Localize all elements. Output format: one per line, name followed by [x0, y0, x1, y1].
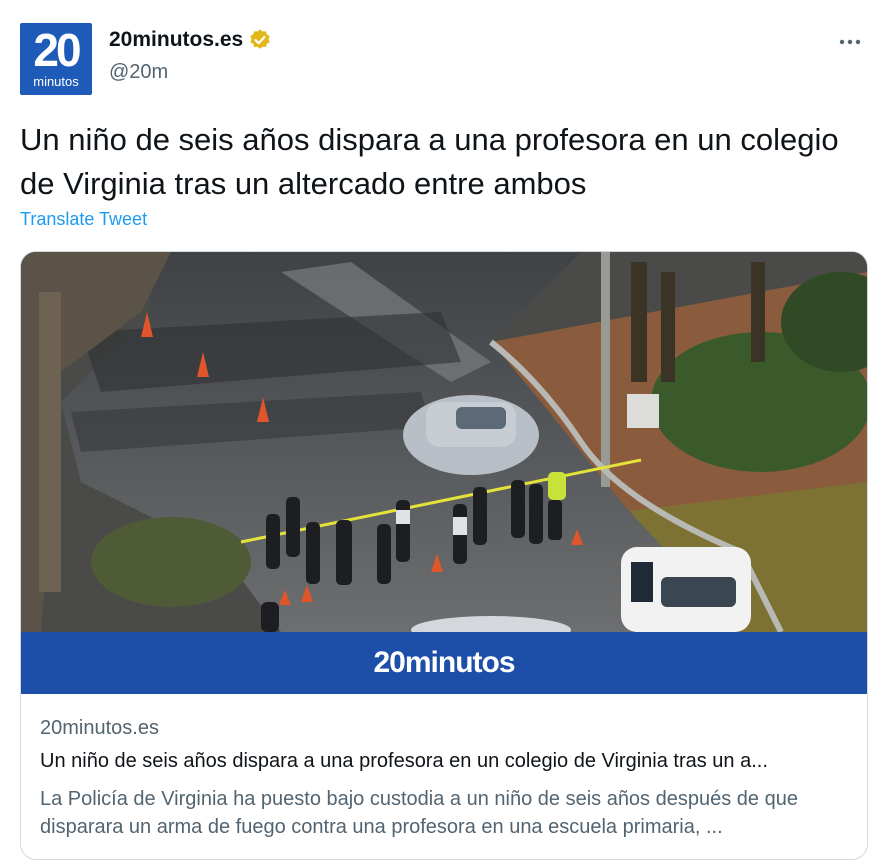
card-title[interactable]: Un niño de seis años dispara a una profe…: [40, 750, 852, 773]
translate-tweet-link[interactable]: Translate Tweet: [20, 209, 147, 230]
card-description: La Policía de Virginia ha puesto bajo cu…: [40, 788, 798, 838]
avatar-logo-number: 20: [33, 24, 81, 76]
card-domain: 20minutos.es: [40, 717, 159, 739]
more-options-icon[interactable]: [836, 28, 864, 56]
account-display-name[interactable]: 20minutos.es: [109, 28, 243, 52]
account-handle[interactable]: @20m: [109, 61, 168, 84]
verified-badge-icon: [248, 28, 272, 52]
link-preview-card[interactable]: 20minutos 20minutos.es Un niño de seis a…: [20, 251, 868, 860]
tweet-text: Un niño de seis años dispara a una profe…: [20, 122, 839, 201]
account-name-row: 20minutos.es: [109, 28, 272, 52]
card-photo[interactable]: [21, 252, 867, 632]
card-banner: 20minutos: [21, 632, 867, 694]
account-avatar[interactable]: 20 minutos: [20, 23, 92, 95]
avatar-logo-word: minutos: [33, 74, 79, 89]
card-banner-logo-text: 20minutos: [373, 646, 515, 679]
